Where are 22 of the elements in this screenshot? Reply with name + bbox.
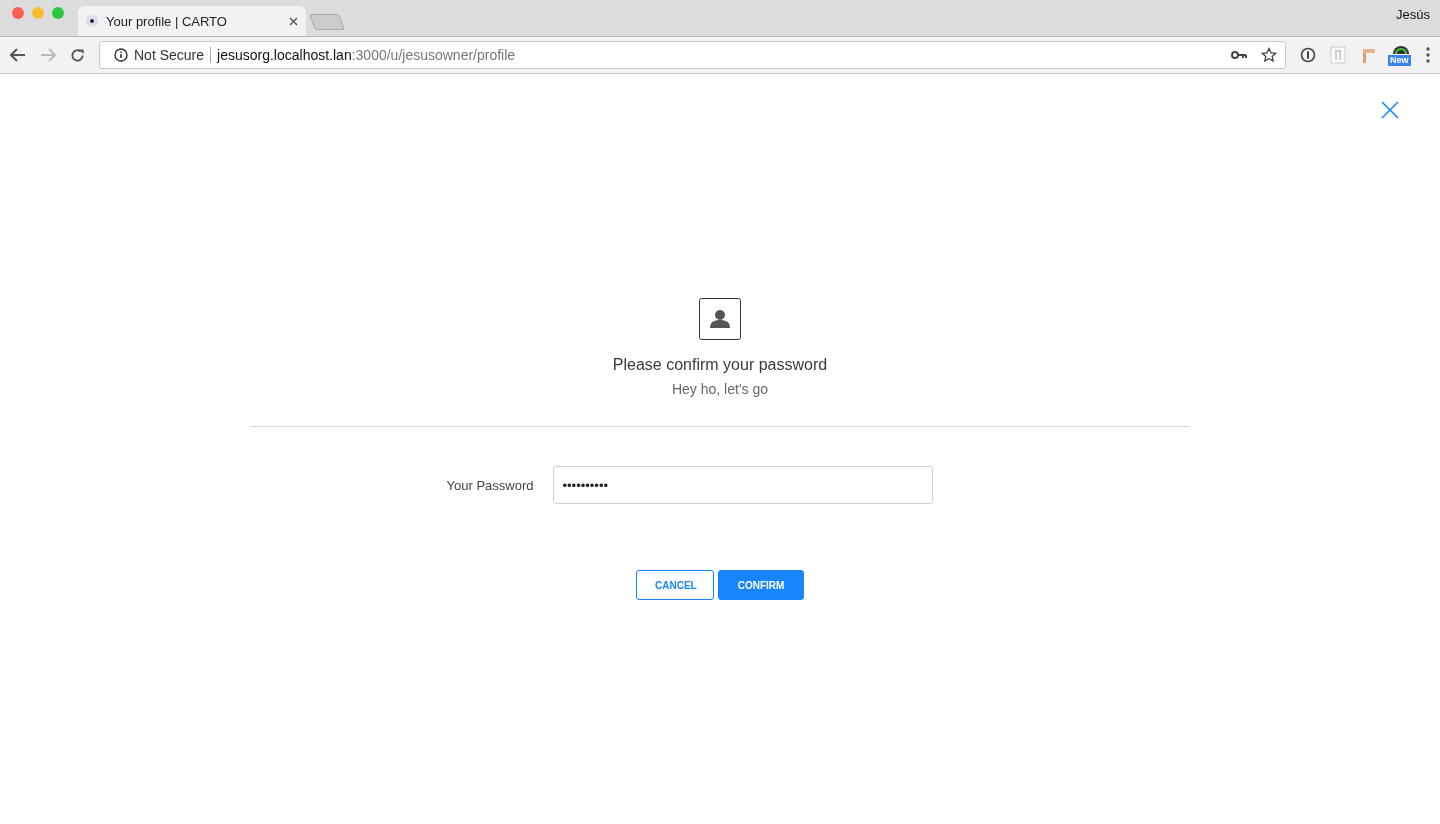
url-text[interactable]: jesusorg.localhost.lan:3000/u/jesusowner/profile <box>217 47 516 63</box>
password-field[interactable]: •••••••••• <box>553 466 934 504</box>
dialog-title: Please confirm your password <box>612 356 828 374</box>
close-icon[interactable] <box>1381 101 1399 119</box>
star-icon[interactable] <box>1261 47 1277 63</box>
profile-name[interactable]: Jesús <box>1396 7 1440 36</box>
user-icon <box>699 298 741 340</box>
key-icon[interactable] <box>1231 50 1247 60</box>
reload-icon[interactable] <box>70 47 85 63</box>
favicon-icon <box>86 15 98 27</box>
dialog-subtitle: Hey ho, let's go <box>671 381 769 397</box>
close-tab-icon[interactable] <box>289 16 298 26</box>
browser-tab[interactable]: Your profile | CARTO <box>78 6 306 36</box>
field-label: Your Password <box>446 477 534 493</box>
address-bar[interactable]: Not Secure jesusorg.localhost.lan:3000/u/jesusowner/profile <box>99 41 1286 69</box>
new-badge: New <box>1388 55 1411 66</box>
menu-icon[interactable] <box>1426 47 1430 63</box>
cancel-button[interactable]: CANCEL <box>636 570 714 600</box>
back-icon[interactable] <box>10 48 26 62</box>
confirm-button[interactable]: CONFIRM <box>718 570 804 600</box>
exclamation-circle-icon[interactable] <box>1300 47 1316 63</box>
info-icon[interactable] <box>114 48 128 62</box>
